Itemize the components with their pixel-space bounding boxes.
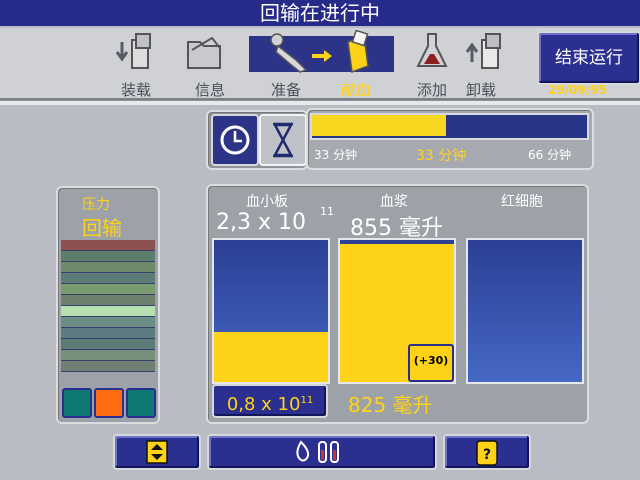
pressure-band — [61, 328, 155, 339]
step-donate[interactable] — [336, 29, 380, 78]
pressure-label: 压力 — [82, 197, 110, 213]
step-prepare[interactable] — [268, 30, 312, 78]
help-button[interactable]: ? — [443, 434, 531, 470]
scroll-updown-icon — [146, 440, 168, 464]
pressure-panel: 压力 回输 — [56, 186, 160, 424]
date-display: 29/09/95 — [548, 83, 607, 97]
step-arrow-icon — [312, 50, 332, 62]
hourglass-mode-button[interactable] — [259, 114, 307, 166]
platelets-bar — [212, 238, 330, 384]
clock-mode-button[interactable] — [211, 114, 259, 166]
pressure-band — [61, 262, 155, 273]
platelets-current-exp: 11 — [300, 395, 314, 406]
platelets-current-button[interactable]: 0,8 x 1011 — [212, 384, 328, 418]
total-time: 66 分钟 — [528, 148, 572, 162]
donor-prepare-icon — [270, 33, 308, 73]
step-load[interactable] — [112, 32, 156, 80]
elapsed-time: 33 分钟 — [314, 148, 358, 162]
hourglass-icon — [272, 122, 294, 158]
pressure-indicator — [126, 388, 156, 418]
step-add[interactable] — [410, 32, 454, 80]
pressure-band — [61, 273, 155, 284]
help-bag-icon: ? — [476, 440, 498, 466]
pressure-state: 回输 — [82, 216, 122, 240]
platelets-fill — [214, 332, 328, 382]
end-run-button[interactable]: 结束运行 — [537, 31, 640, 85]
plasma-current-value: 825 毫升 — [348, 393, 433, 417]
platelets-target-exp: 11 — [320, 204, 334, 218]
separator — [0, 100, 640, 105]
step-info[interactable] — [184, 32, 228, 80]
scroll-button[interactable] — [113, 434, 201, 470]
drop-tubes-icon — [296, 440, 339, 463]
platelets-label: 血小板 — [246, 194, 288, 210]
unload-cassette-icon — [465, 33, 501, 69]
remaining-time: 33 分钟 — [416, 148, 467, 164]
step-unload[interactable] — [464, 32, 508, 80]
platelets-target-value: 2,3 x 10 — [216, 210, 306, 235]
rbc-label: 红细胞 — [501, 194, 543, 210]
platelets-current-value: 0,8 x 10 — [226, 394, 301, 415]
pressure-band — [61, 240, 155, 251]
folder-info-icon — [187, 36, 221, 69]
fluids-button[interactable] — [207, 434, 437, 470]
plasma-bar: (+30) — [338, 238, 456, 384]
pressure-gauge — [61, 240, 155, 372]
products-panel: 血小板 血浆 红细胞 2,3 x 10 11 855 毫升 (+30) 0,8 x… — [206, 184, 589, 424]
pressure-band — [61, 317, 155, 328]
step-prepare-label: 准备 — [270, 81, 301, 99]
pressure-band — [61, 284, 155, 295]
platelets-target: 2,3 x 10 11 — [216, 205, 334, 235]
pressure-indicator — [94, 388, 124, 418]
pressure-band — [61, 361, 155, 372]
title-bar: 回输在进行中 — [0, 0, 640, 26]
plasma-label: 血浆 — [380, 194, 408, 210]
donate-cassette-icon — [347, 29, 369, 74]
clock-icon — [220, 125, 250, 155]
step-info-label: 信息 — [194, 81, 225, 99]
pressure-indicator — [62, 388, 92, 418]
add-solution-flask-icon — [416, 33, 448, 67]
pressure-band — [61, 251, 155, 262]
pressure-band — [61, 350, 155, 361]
plasma-adjust-badge[interactable]: (+30) — [408, 344, 454, 382]
pressure-band — [61, 339, 155, 350]
step-donate-label: 献血 — [340, 81, 371, 99]
pressure-band — [61, 295, 155, 306]
pressure-band — [61, 306, 155, 317]
load-cassette-icon — [115, 33, 151, 69]
svg-text:?: ? — [483, 447, 491, 463]
step-load-label: 装载 — [120, 81, 151, 99]
progress-fill — [312, 115, 446, 136]
step-unload-label: 卸载 — [465, 81, 496, 99]
rbc-bar — [466, 238, 584, 384]
page-title: 回输在进行中 — [260, 1, 380, 25]
pressure-indicators — [62, 388, 156, 418]
